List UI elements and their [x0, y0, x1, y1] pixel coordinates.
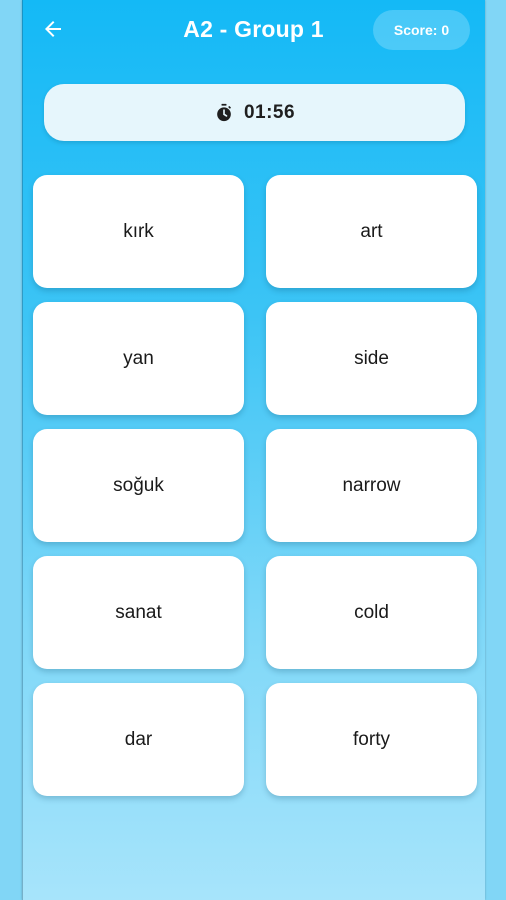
word-card[interactable]: art — [266, 175, 477, 288]
stopwatch-icon — [214, 103, 234, 123]
word-card-label: side — [354, 347, 389, 369]
word-card-label: forty — [353, 728, 390, 750]
timer-bar: 01:56 — [44, 84, 465, 141]
word-card[interactable]: kırk — [33, 175, 244, 288]
word-card[interactable]: narrow — [266, 429, 477, 542]
word-card-label: art — [360, 220, 383, 242]
word-card-label: cold — [354, 601, 389, 623]
word-card[interactable]: sanat — [33, 556, 244, 669]
word-card-grid: kırk art yan side soğuk narrow sanat col… — [33, 175, 477, 796]
word-card[interactable]: yan — [33, 302, 244, 415]
word-card[interactable]: cold — [266, 556, 477, 669]
word-card[interactable]: forty — [266, 683, 477, 796]
word-card-label: narrow — [342, 474, 401, 496]
word-card-label: yan — [123, 347, 154, 369]
score-badge: Score: 0 — [373, 10, 470, 50]
word-card[interactable]: soğuk — [33, 429, 244, 542]
word-card[interactable]: dar — [33, 683, 244, 796]
timer-value: 01:56 — [243, 101, 296, 123]
word-card-label: dar — [124, 728, 153, 750]
app-bar: A2 - Group 1 Score: 0 — [22, 0, 485, 62]
word-card-label: kırk — [123, 220, 154, 242]
app-screen: A2 - Group 1 Score: 0 01:56 kırk art yan… — [22, 0, 485, 900]
word-card[interactable]: side — [266, 302, 477, 415]
word-card-label: sanat — [115, 601, 162, 623]
word-card-label: soğuk — [113, 474, 164, 496]
